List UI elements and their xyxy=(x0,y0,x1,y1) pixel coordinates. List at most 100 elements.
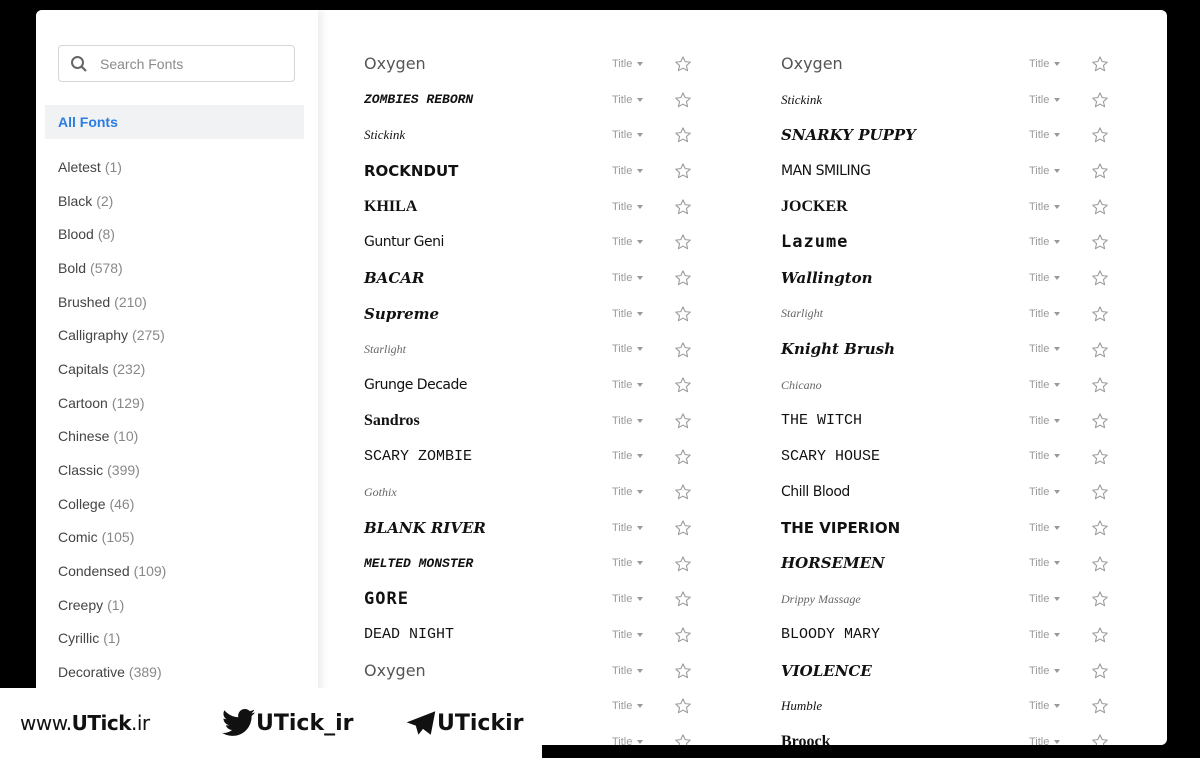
star-icon[interactable] xyxy=(1091,198,1109,216)
sidebar-category[interactable]: Comic (105) xyxy=(58,521,166,555)
preview-type-dropdown[interactable]: Title xyxy=(1029,593,1061,605)
font-preview[interactable]: BLOODY MARY xyxy=(781,626,880,643)
star-icon[interactable] xyxy=(674,519,692,537)
favorite-button[interactable] xyxy=(1091,733,1109,745)
star-icon[interactable] xyxy=(674,126,692,144)
font-preview[interactable]: Supreme xyxy=(364,305,439,323)
favorite-button[interactable] xyxy=(1091,376,1109,399)
font-row[interactable]: Guntur Geni Title xyxy=(364,224,724,260)
preview-type-dropdown[interactable]: Title xyxy=(1029,522,1061,534)
star-icon[interactable] xyxy=(674,55,692,73)
preview-type-dropdown[interactable]: Title xyxy=(612,522,644,534)
font-row[interactable]: VIOLENCE Title xyxy=(781,653,1141,689)
favorite-button[interactable] xyxy=(674,626,692,649)
favorite-button[interactable] xyxy=(674,376,692,399)
font-preview[interactable]: THE WITCH xyxy=(781,412,862,429)
favorite-button[interactable] xyxy=(674,590,692,613)
favorite-button[interactable] xyxy=(1091,305,1109,328)
font-preview[interactable]: Knight Brush xyxy=(781,340,895,358)
preview-type-dropdown[interactable]: Title xyxy=(1029,165,1061,177)
favorite-button[interactable] xyxy=(1091,91,1109,114)
font-preview[interactable]: SCARY ZOMBIE xyxy=(364,448,472,465)
favorite-button[interactable] xyxy=(674,269,692,292)
star-icon[interactable] xyxy=(1091,590,1109,608)
font-row[interactable]: BACAR Title xyxy=(364,260,724,296)
sidebar-category[interactable]: Bold (578) xyxy=(58,251,166,285)
star-icon[interactable] xyxy=(1091,448,1109,466)
sidebar-item-all-fonts[interactable]: All Fonts xyxy=(45,105,304,139)
font-row[interactable]: MAN SMILING Title xyxy=(781,153,1141,189)
favorite-button[interactable] xyxy=(1091,198,1109,221)
preview-type-dropdown[interactable]: Title xyxy=(612,272,644,284)
preview-type-dropdown[interactable]: Title xyxy=(1029,415,1061,427)
preview-type-dropdown[interactable]: Title xyxy=(1029,58,1061,70)
star-icon[interactable] xyxy=(674,483,692,501)
star-icon[interactable] xyxy=(1091,162,1109,180)
favorite-button[interactable] xyxy=(674,555,692,578)
font-row[interactable]: BLANK RIVER Title xyxy=(364,510,724,546)
font-preview[interactable]: BLANK RIVER xyxy=(364,519,486,537)
preview-type-dropdown[interactable]: Title xyxy=(612,165,644,177)
font-preview[interactable]: Lazume xyxy=(781,232,848,252)
preview-type-dropdown[interactable]: Title xyxy=(612,700,644,712)
preview-type-dropdown[interactable]: Title xyxy=(612,629,644,641)
font-preview[interactable]: GORE xyxy=(364,589,409,609)
star-icon[interactable] xyxy=(674,91,692,109)
star-icon[interactable] xyxy=(1091,483,1109,501)
sidebar-category[interactable]: Brushed (210) xyxy=(58,285,166,319)
favorite-button[interactable] xyxy=(1091,55,1109,78)
font-row[interactable]: GORE Title xyxy=(364,581,724,617)
font-row[interactable]: Sandros Title xyxy=(364,403,724,439)
star-icon[interactable] xyxy=(674,305,692,323)
preview-type-dropdown[interactable]: Title xyxy=(1029,308,1061,320)
sidebar-category[interactable]: Aletest (1) xyxy=(58,150,166,184)
favorite-button[interactable] xyxy=(674,483,692,506)
font-row[interactable]: Supreme Title xyxy=(364,296,724,332)
preview-type-dropdown[interactable]: Title xyxy=(612,736,644,745)
star-icon[interactable] xyxy=(1091,626,1109,644)
preview-type-dropdown[interactable]: Title xyxy=(1029,236,1061,248)
favorite-button[interactable] xyxy=(1091,162,1109,185)
preview-type-dropdown[interactable]: Title xyxy=(612,593,644,605)
font-preview[interactable]: MELTED MONSTER xyxy=(364,556,473,571)
star-icon[interactable] xyxy=(674,269,692,287)
preview-type-dropdown[interactable]: Title xyxy=(612,415,644,427)
preview-type-dropdown[interactable]: Title xyxy=(612,236,644,248)
sidebar-category[interactable]: Black (2) xyxy=(58,184,166,218)
favorite-button[interactable] xyxy=(1091,448,1109,471)
font-row[interactable]: THE VIPERION Title xyxy=(781,510,1141,546)
sidebar-category[interactable]: Classic (399) xyxy=(58,453,166,487)
font-preview[interactable]: SNARKY PUPPY xyxy=(781,126,916,144)
font-preview[interactable]: Oxygen xyxy=(364,54,426,73)
star-icon[interactable] xyxy=(674,376,692,394)
preview-type-dropdown[interactable]: Title xyxy=(612,201,644,213)
search-box[interactable] xyxy=(58,45,295,82)
font-preview[interactable]: DEAD NIGHT xyxy=(364,626,454,643)
star-icon[interactable] xyxy=(1091,55,1109,73)
font-row[interactable]: Chicano Title xyxy=(781,367,1141,403)
font-row[interactable]: Gothix Title xyxy=(364,474,724,510)
favorite-button[interactable] xyxy=(1091,126,1109,149)
favorite-button[interactable] xyxy=(1091,412,1109,435)
preview-type-dropdown[interactable]: Title xyxy=(612,94,644,106)
font-preview[interactable]: VIOLENCE xyxy=(781,662,872,680)
star-icon[interactable] xyxy=(674,733,692,745)
sidebar-category[interactable]: Cyrillic (1) xyxy=(58,622,166,656)
font-preview[interactable]: Stickink xyxy=(781,92,822,108)
star-icon[interactable] xyxy=(1091,376,1109,394)
font-preview[interactable]: Grunge Decade xyxy=(364,377,467,393)
favorite-button[interactable] xyxy=(1091,590,1109,613)
font-preview[interactable]: Chill Blood xyxy=(781,484,850,500)
star-icon[interactable] xyxy=(1091,412,1109,430)
font-preview[interactable]: Gothix xyxy=(364,485,397,500)
star-icon[interactable] xyxy=(1091,697,1109,715)
preview-type-dropdown[interactable]: Title xyxy=(612,308,644,320)
font-preview[interactable]: Wallington xyxy=(781,269,873,287)
font-row[interactable]: BLOODY MARY Title xyxy=(781,617,1141,653)
star-icon[interactable] xyxy=(1091,126,1109,144)
font-row[interactable]: Wallington Title xyxy=(781,260,1141,296)
preview-type-dropdown[interactable]: Title xyxy=(612,58,644,70)
font-preview[interactable]: Stickink xyxy=(364,127,405,143)
preview-type-dropdown[interactable]: Title xyxy=(1029,201,1061,213)
favorite-button[interactable] xyxy=(674,341,692,364)
